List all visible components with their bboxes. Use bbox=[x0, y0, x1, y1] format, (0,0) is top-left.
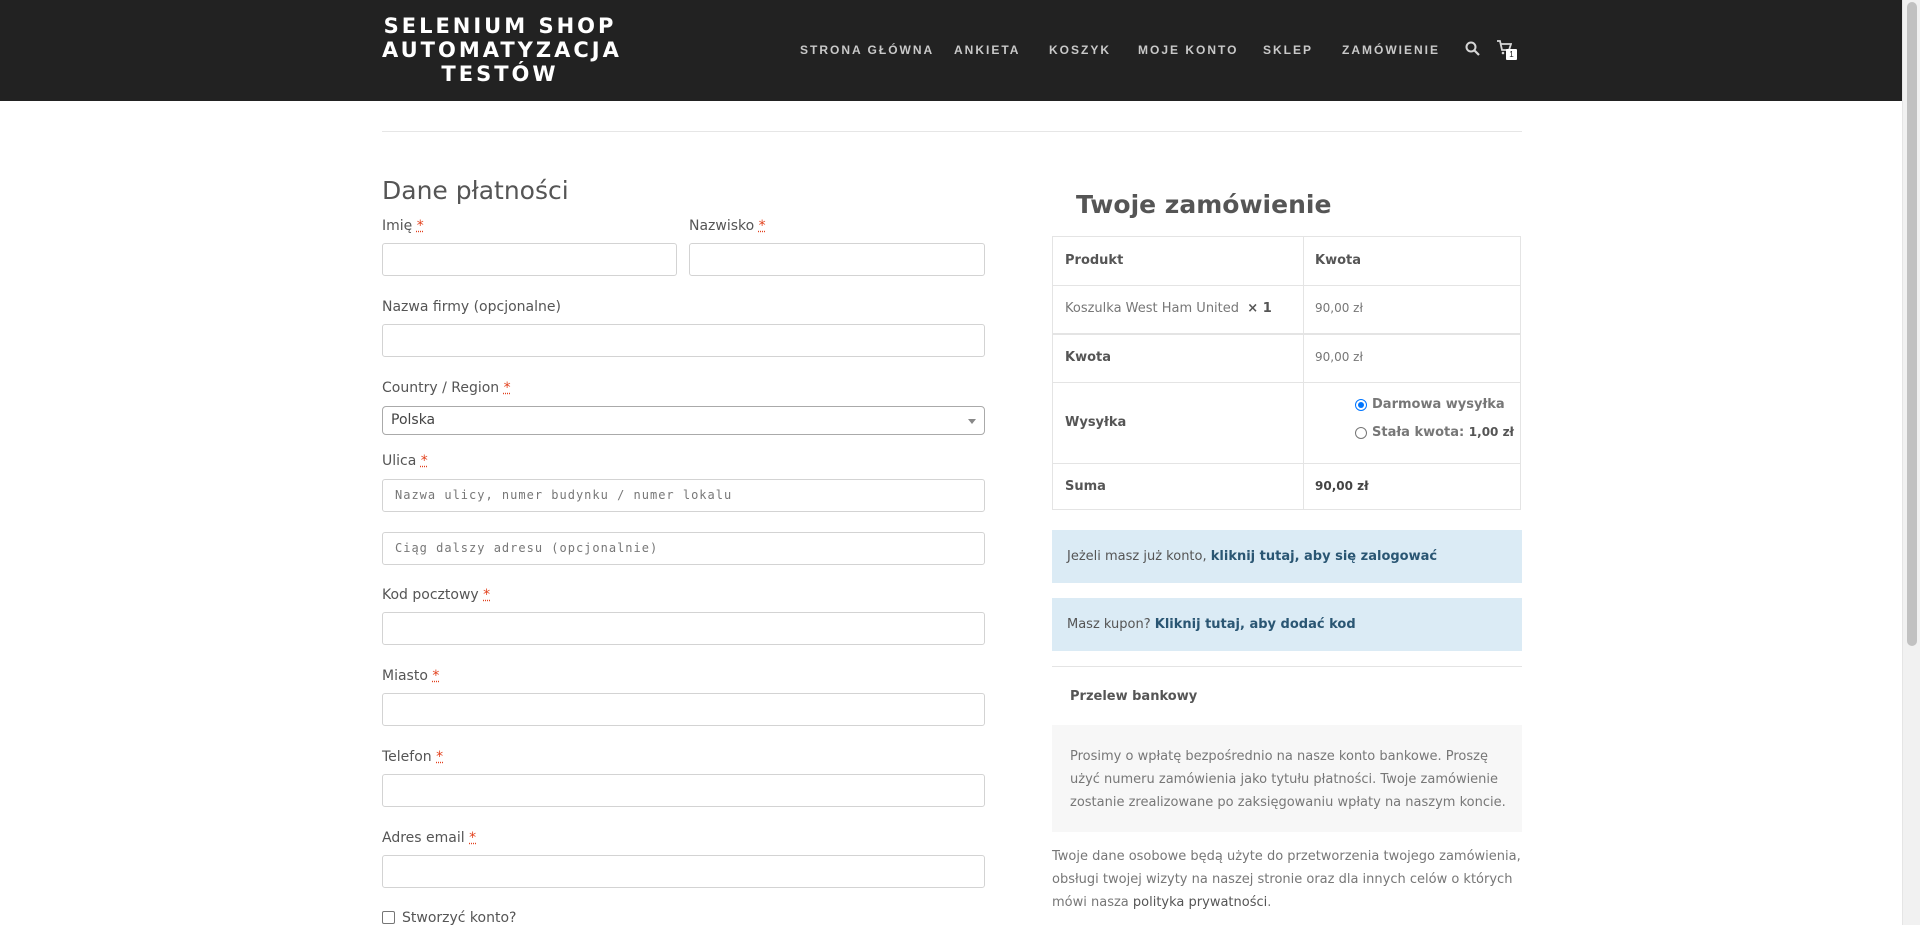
subtotal-row: Kwota 90,00 zł bbox=[1053, 333, 1520, 382]
payment-description-box: Prosimy o wpłatę bezpośrednio na nasze k… bbox=[1052, 725, 1522, 832]
page-scrollbar[interactable] bbox=[1902, 0, 1920, 925]
email-input[interactable] bbox=[382, 855, 985, 888]
company-input[interactable] bbox=[382, 324, 985, 357]
nav-home[interactable]: STRONA GŁÓWNA bbox=[800, 43, 934, 57]
total-label: Suma bbox=[1065, 479, 1106, 494]
create-account-checkbox[interactable] bbox=[382, 911, 395, 924]
coupon-notice: Masz kupon? Kliknij tutaj, aby dodać kod bbox=[1052, 598, 1522, 651]
last-name-input[interactable] bbox=[689, 243, 985, 276]
site-title-line-2[interactable]: AUTOMATYZACJA bbox=[382, 38, 619, 62]
email-label: Adres email * bbox=[382, 830, 477, 846]
cart-count-badge[interactable]: 1 bbox=[1506, 49, 1517, 60]
order-review-table: Produkt Kwota Koszulka West Ham United ×… bbox=[1052, 236, 1521, 510]
table-header-row: Produkt Kwota bbox=[1053, 237, 1520, 285]
shipping-label: Wysyłka bbox=[1065, 415, 1127, 430]
phone-input[interactable] bbox=[382, 774, 985, 807]
street-input[interactable]: Nazwa ulicy, numer budynku / numer lokal… bbox=[382, 479, 985, 512]
content-divider bbox=[382, 131, 1522, 132]
free-shipping-label[interactable]: Darmowa wysyłka bbox=[1372, 397, 1505, 412]
postcode-input[interactable] bbox=[382, 612, 985, 645]
coupon-link[interactable]: Kliknij tutaj, aby dodać kod bbox=[1155, 617, 1356, 632]
payment-description: Prosimy o wpłatę bezpośrednio na nasze k… bbox=[1070, 749, 1506, 810]
site-title[interactable]: SELENIUM SHOP AUTOMATYZACJA TESTÓW bbox=[382, 14, 619, 86]
first-name-label: Imię * bbox=[382, 218, 424, 234]
site-header: SELENIUM SHOP AUTOMATYZACJA TESTÓW STRON… bbox=[0, 0, 1902, 101]
flat-rate-price: 1,00 zł bbox=[1468, 425, 1515, 439]
coupon-notice-text: Masz kupon? bbox=[1067, 617, 1151, 632]
item-name: Koszulka West Ham United × 1 bbox=[1065, 301, 1272, 316]
create-account-label[interactable]: Stworzyć konto? bbox=[402, 910, 516, 925]
login-notice-text: Jeżeli masz już konto, bbox=[1067, 549, 1207, 564]
payment-method-label[interactable]: Przelew bankowy bbox=[1070, 689, 1197, 704]
street2-input[interactable]: Ciąg dalszy adresu (opcjonalnie) bbox=[382, 532, 985, 565]
scrollbar-thumb[interactable] bbox=[1907, 2, 1917, 646]
city-input[interactable] bbox=[382, 693, 985, 726]
total-row: Suma 90,00 zł bbox=[1053, 463, 1520, 510]
item-price: 90,00 zł bbox=[1315, 301, 1363, 315]
city-label: Miasto * bbox=[382, 668, 440, 684]
subtotal-label: Kwota bbox=[1065, 350, 1112, 365]
privacy-policy-link[interactable]: polityka prywatności bbox=[1133, 895, 1267, 910]
nav-my-account[interactable]: MOJE KONTO bbox=[1138, 43, 1238, 57]
privacy-notice: Twoje dane osobowe będą użyte do przetwo… bbox=[1052, 849, 1521, 910]
last-name-label: Nazwisko * bbox=[689, 218, 766, 234]
postcode-label: Kod pocztowy * bbox=[382, 587, 491, 603]
first-name-input[interactable] bbox=[382, 243, 677, 276]
country-label: Country / Region * bbox=[382, 380, 511, 396]
table-row: Koszulka West Ham United × 1 90,00 zł bbox=[1053, 285, 1520, 333]
nav-survey[interactable]: ANKIETA bbox=[954, 43, 1020, 57]
free-shipping-radio[interactable] bbox=[1355, 399, 1367, 411]
company-label: Nazwa firmy (opcjonalne) bbox=[382, 299, 561, 315]
site-title-line-3[interactable]: TESTÓW bbox=[382, 62, 618, 86]
subtotal-value: 90,00 zł bbox=[1315, 350, 1363, 364]
login-notice: Jeżeli masz już konto, kliknij tutaj, ab… bbox=[1052, 530, 1522, 583]
phone-label: Telefon * bbox=[382, 749, 444, 765]
order-title: Twoje zamówienie bbox=[1076, 190, 1332, 219]
total-value: 90,00 zł bbox=[1315, 479, 1369, 493]
billing-title: Dane płatności bbox=[382, 176, 569, 205]
flat-rate-radio[interactable] bbox=[1355, 427, 1367, 439]
site-title-line-1[interactable]: SELENIUM SHOP bbox=[382, 14, 618, 38]
nav-order[interactable]: ZAMÓWIENIE bbox=[1342, 43, 1440, 57]
login-link[interactable]: kliknij tutaj, aby się zalogować bbox=[1211, 549, 1437, 564]
payment-divider bbox=[1052, 666, 1522, 667]
flat-rate-label[interactable]: Stała kwota: 1,00 zł bbox=[1372, 425, 1514, 440]
street-label: Ulica * bbox=[382, 453, 428, 469]
country-select[interactable]: Polska bbox=[382, 406, 985, 435]
nav-shop[interactable]: SKLEP bbox=[1263, 43, 1313, 57]
nav-cart[interactable]: KOSZYK bbox=[1049, 43, 1111, 57]
chevron-down-icon bbox=[968, 419, 976, 424]
country-selected-value: Polska bbox=[391, 412, 436, 428]
column-header-amount: Kwota bbox=[1315, 253, 1362, 268]
shipping-row: Wysyłka Darmowa wysyłka Stała kwota: 1,0… bbox=[1053, 382, 1520, 463]
item-qty: × 1 bbox=[1247, 301, 1272, 316]
column-header-product: Produkt bbox=[1065, 253, 1124, 268]
search-icon[interactable] bbox=[1465, 41, 1480, 61]
